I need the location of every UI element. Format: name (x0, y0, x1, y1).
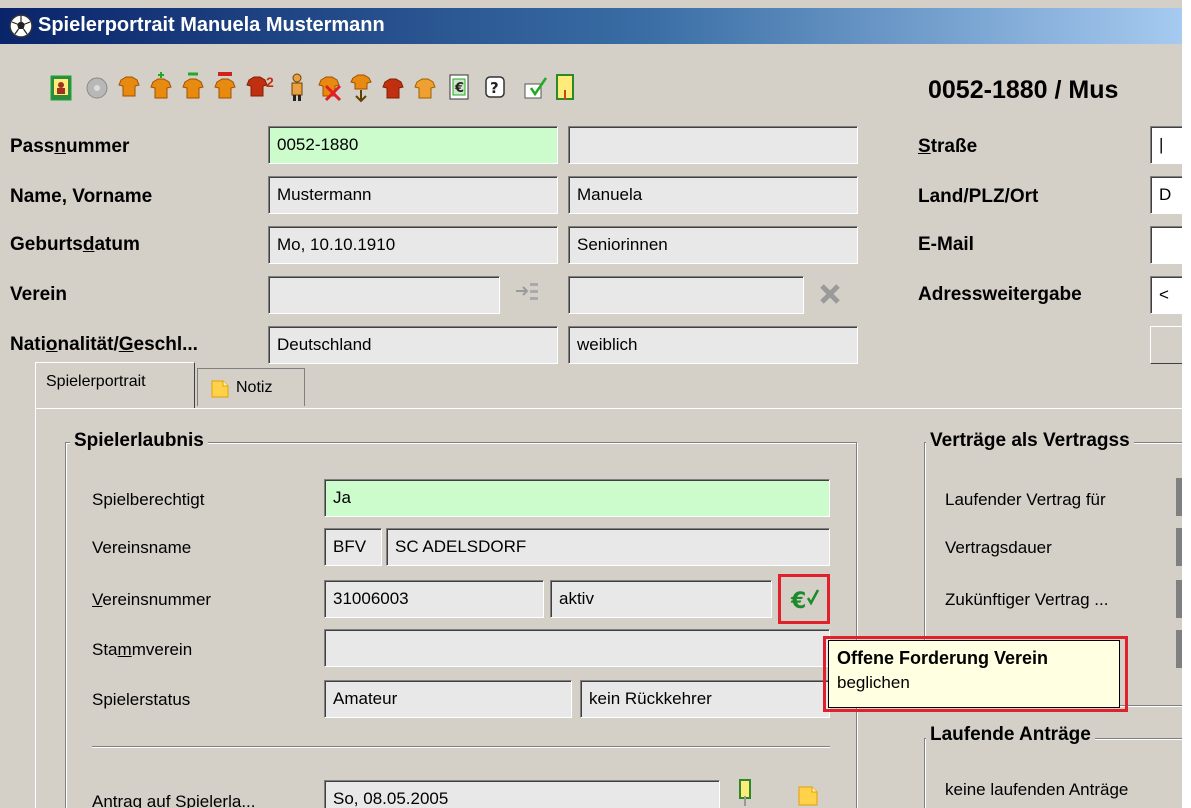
eligible-field[interactable]: Ja (324, 479, 830, 517)
verein-extra-field[interactable] (568, 276, 804, 314)
tooltip-highlight-box (823, 636, 1128, 712)
label-vertragsdauer: Vertragsdauer (945, 538, 1052, 557)
svg-text:€: € (790, 589, 806, 612)
clear-icon[interactable] (818, 282, 842, 306)
label-vereinsnummer: Vereinsnummer (92, 590, 212, 609)
label-strasse: Straße (918, 136, 978, 157)
club-number-field[interactable]: 31006003 (324, 580, 544, 618)
shirt-2-icon[interactable]: 2 (244, 70, 278, 104)
label-zukuenftiger-vertrag: Zukünftiger Vertrag ... (945, 590, 1109, 609)
document-icon[interactable] (552, 70, 578, 104)
shirt-red-icon[interactable] (212, 70, 238, 104)
email-field[interactable] (1150, 226, 1182, 264)
first-name-field[interactable]: Manuela (568, 176, 858, 214)
label-stammverein: Stammverein (92, 640, 193, 659)
street-field[interactable]: | (1150, 126, 1182, 164)
window-title: Spielerportrait Manuela Mustermann (38, 14, 385, 36)
label-email: E-Mail (918, 234, 974, 255)
returnee-field[interactable]: kein Rückkehrer (580, 680, 830, 718)
shirt-green-icon[interactable] (180, 70, 206, 104)
gender-field[interactable]: weiblich (568, 326, 858, 364)
spielerlaubnis-title: Spielerlaubnis (70, 430, 208, 452)
application-note-icon[interactable] (796, 784, 820, 808)
soccer-ball-icon (9, 14, 33, 38)
application-doc-icon[interactable] (734, 778, 756, 808)
svg-text:€: € (454, 81, 464, 96)
verband-field[interactable]: BFV (324, 528, 382, 566)
player-id-heading: 0052-1880 / Mus (928, 76, 1119, 104)
vertraege-title: Verträge als Vertragss (926, 430, 1134, 452)
disc-icon[interactable] (84, 70, 110, 104)
window-edge (1182, 0, 1191, 808)
label-name: Name, Vorname (10, 186, 153, 207)
euro-paid-icon[interactable]: € (790, 586, 820, 612)
shirt-small-icon[interactable] (380, 70, 406, 104)
club-status-field[interactable]: aktiv (550, 580, 772, 618)
player-portrait-window: Spielerportrait Manuela Mustermann 2 € ?… (0, 0, 1182, 808)
passnummer-extra-field[interactable] (568, 126, 858, 164)
note-icon (211, 380, 229, 398)
birthdate-field[interactable]: Mo, 10.10.1910 (268, 226, 558, 264)
separator (92, 746, 830, 748)
passnummer-field[interactable]: 0052-1880 (268, 126, 558, 164)
shirt-2-badge: 2 (266, 74, 274, 90)
lookup-arrow-icon[interactable] (514, 280, 542, 306)
address-action-button[interactable] (1150, 326, 1182, 364)
player-photo-icon[interactable] (48, 70, 74, 104)
player-status-field[interactable]: Amateur (324, 680, 572, 718)
club-name-field[interactable]: SC ADELSDORF (386, 528, 830, 566)
label-vereinsname: Vereinsname (92, 538, 192, 557)
shirt-delete-icon[interactable] (316, 70, 342, 104)
title-bar: Spielerportrait Manuela Mustermann (0, 8, 1182, 44)
transfer-icon[interactable] (348, 70, 374, 104)
antraege-title: Laufende Anträge (926, 724, 1095, 746)
nationality-field[interactable]: Deutschland (268, 326, 558, 364)
label-laufender-vertrag: Laufender Vertrag für (945, 490, 1106, 509)
help-icon[interactable]: ? (482, 70, 508, 104)
label-adressweitergabe: Adressweitergabe (918, 284, 1082, 305)
application-date-field[interactable]: So, 08.05.2005 (324, 780, 720, 808)
label-nationalitaet: Nationalität/Geschl... (10, 334, 198, 355)
shirt-orange-icon[interactable] (412, 70, 438, 104)
label-verein: Verein (10, 284, 68, 305)
age-class-field[interactable]: Seniorinnen (568, 226, 858, 264)
label-geburtsdatum: Geburtsdatum (10, 234, 140, 255)
shirt-icon[interactable] (116, 70, 142, 104)
address-sharing-select[interactable]: < (1150, 276, 1182, 314)
label-passnummer: Passnummer (10, 136, 130, 157)
last-name-field[interactable]: Mustermann (268, 176, 558, 214)
home-club-field[interactable] (324, 629, 830, 667)
shirt-add-icon[interactable] (148, 70, 174, 104)
tab-notiz[interactable]: Notiz (197, 368, 305, 406)
checklist-icon[interactable] (522, 70, 548, 104)
label-spielerstatus: Spielerstatus (92, 690, 191, 709)
tab-notiz-label: Notiz (236, 379, 273, 396)
person-icon[interactable] (284, 70, 310, 104)
tab-spielerportrait[interactable]: Spielerportrait (35, 362, 195, 408)
no-applications-text: keine laufenden Anträge (945, 780, 1129, 799)
label-spielberechtigt: Spielberechtigt (92, 490, 205, 509)
verein-field[interactable] (268, 276, 500, 314)
label-land: Land/PLZ/Ort (918, 186, 1039, 207)
euro-doc-icon[interactable]: € (446, 70, 472, 104)
svg-text:?: ? (490, 79, 499, 97)
label-antrag: Antrag auf Spielerla... (92, 792, 256, 808)
country-zip-city-field[interactable]: D (1150, 176, 1182, 214)
